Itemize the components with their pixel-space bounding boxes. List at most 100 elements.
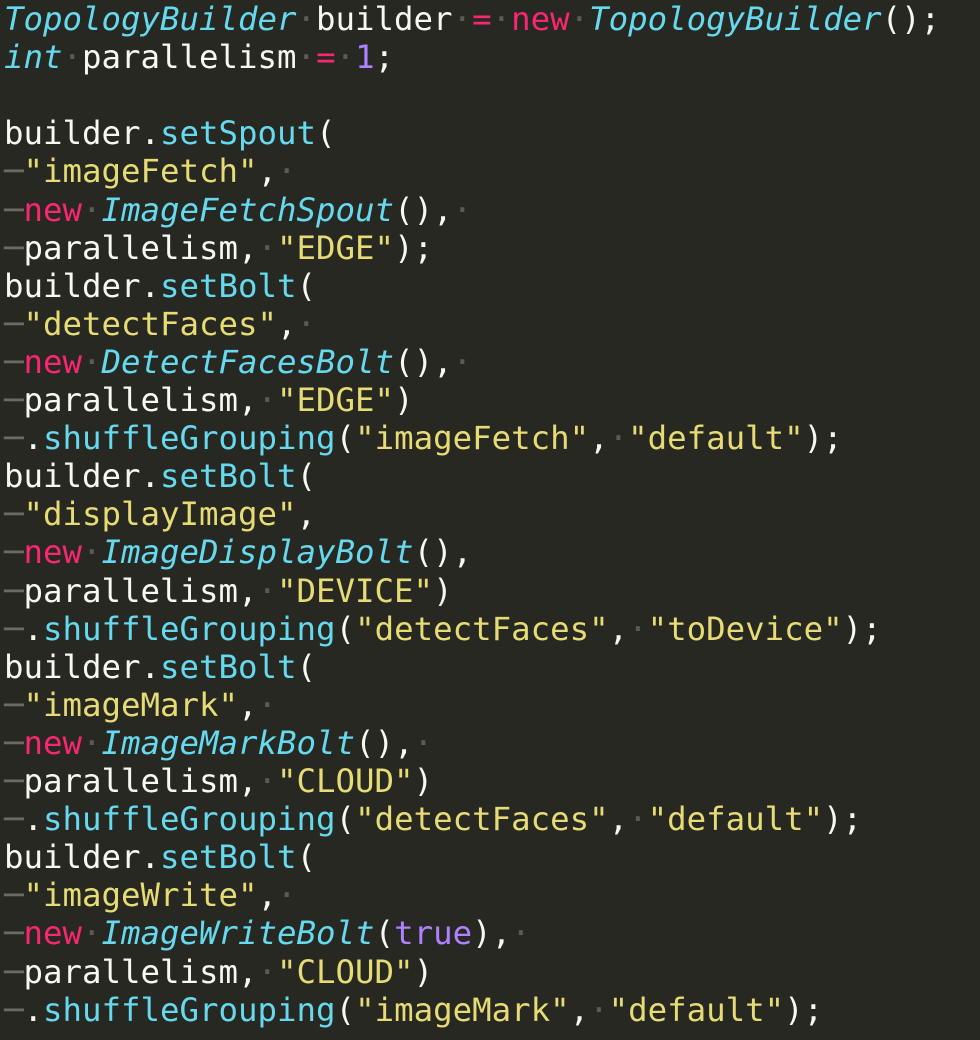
code-text: );: [784, 990, 824, 1029]
keyword: new: [23, 342, 83, 381]
string-literal: "DEVICE": [277, 571, 434, 610]
string-literal: "EDGE": [277, 381, 395, 419]
type-keyword: int: [4, 38, 63, 77]
string-literal: "CLOUD": [277, 952, 414, 991]
code-line[interactable]: TopologyBuilder·builder·=·new·TopologyBu…: [4, 0, 940, 38]
code-text: ,: [608, 609, 629, 648]
string-literal: "imageMark": [23, 685, 239, 724]
code-line[interactable]: ─parallelism,·"CLOUD"): [4, 762, 433, 800]
string-literal: "imageMark": [355, 990, 570, 1029]
whitespace-marker: ·: [257, 571, 278, 610]
whitespace-marker: ·: [257, 952, 278, 991]
string-literal: "default": [628, 419, 804, 458]
code-line[interactable]: builder.setSpout(: [4, 114, 336, 152]
code-line[interactable]: ─"detectFaces",·: [4, 305, 316, 343]
code-text: .: [23, 609, 44, 648]
method-name: shuffleGrouping: [43, 419, 336, 458]
type-keyword: TopologyBuilder: [4, 0, 297, 38]
code-line[interactable]: builder.setBolt(: [4, 838, 316, 876]
whitespace-marker: ·: [608, 419, 629, 458]
indent-guide: ─: [4, 152, 24, 191]
code-text: );: [394, 228, 434, 267]
code-text: );: [842, 609, 882, 648]
code-text: .: [23, 800, 44, 839]
boolean-literal: true: [394, 914, 473, 953]
code-line[interactable]: ─new·ImageDisplayBolt(),: [4, 533, 472, 571]
code-text: ,: [608, 800, 629, 839]
code-line[interactable]: ─.shuffleGrouping("imageMark",·"default"…: [4, 991, 823, 1029]
code-text: ,: [257, 152, 278, 191]
class-name: DetectFacesBolt: [101, 342, 395, 381]
code-line[interactable]: ─parallelism,·"CLOUD"): [4, 953, 433, 991]
method-name: shuffleGrouping: [43, 990, 336, 1029]
code-line[interactable]: int·parallelism·=·1;: [4, 38, 394, 76]
method-name: setBolt: [160, 457, 297, 496]
code-text: .: [23, 419, 44, 458]
method-name: setBolt: [160, 266, 297, 305]
indent-guide: ─: [4, 952, 24, 991]
method-name: shuffleGrouping: [43, 800, 336, 839]
code-text: parallelism,: [23, 228, 258, 267]
code-line[interactable]: ─"imageMark",·: [4, 686, 277, 724]
code-line[interactable]: ─.shuffleGrouping("detectFaces",·"defaul…: [4, 800, 862, 838]
code-line[interactable]: builder.setBolt(: [4, 457, 316, 495]
code-text: (: [296, 838, 317, 877]
class-name: ImageWriteBolt: [101, 914, 375, 953]
indent-guide: ─: [4, 533, 24, 572]
whitespace-marker: ·: [413, 723, 434, 762]
code-text: (),: [394, 342, 453, 381]
whitespace-marker: ·: [511, 914, 531, 953]
code-text: (: [296, 266, 317, 305]
number-literal: 1: [355, 38, 375, 77]
method-name: setSpout: [160, 114, 317, 153]
code-line[interactable]: ─"imageFetch",·: [4, 152, 297, 190]
indent-guide: ─: [4, 685, 24, 724]
code-text: );: [823, 800, 863, 839]
keyword: new: [23, 190, 83, 229]
code-line[interactable]: ─"displayImage",: [4, 495, 316, 533]
code-text: .: [23, 990, 44, 1029]
code-line[interactable]: ─new·DetectFacesBolt(),·: [4, 343, 472, 381]
code-text: parallelism: [82, 38, 297, 77]
code-text: ): [433, 571, 453, 610]
code-text: (: [335, 609, 356, 648]
code-line[interactable]: ─parallelism,·"DEVICE"): [4, 572, 453, 610]
code-text: ,: [569, 990, 590, 1029]
operator: =: [316, 38, 336, 77]
code-line[interactable]: ─.shuffleGrouping("imageFetch",·"default…: [4, 419, 843, 457]
method-name: shuffleGrouping: [43, 609, 336, 648]
code-text: ): [394, 381, 414, 419]
whitespace-marker: ·: [82, 342, 102, 381]
method-name: setBolt: [160, 647, 297, 686]
whitespace-marker: ·: [62, 38, 83, 77]
code-line[interactable]: builder.setBolt(: [4, 648, 316, 686]
code-text: (: [296, 457, 317, 496]
string-literal: "EDGE": [277, 228, 395, 267]
code-text: parallelism,: [23, 571, 258, 610]
code-line[interactable]: ─new·ImageWriteBolt(true),·: [4, 914, 531, 952]
code-text: ): [413, 952, 434, 991]
code-line[interactable]: ─"imageWrite",·: [4, 876, 297, 914]
code-line[interactable]: ─new·ImageMarkBolt(),·: [4, 724, 433, 762]
indent-guide: ─: [4, 342, 24, 381]
string-literal: "imageWrite": [23, 876, 258, 915]
code-line[interactable]: ─parallelism,·"EDGE"): [4, 381, 414, 419]
code-text: (),: [413, 533, 473, 572]
indent-guide: ─: [4, 495, 24, 534]
code-text: (: [374, 914, 395, 953]
string-literal: "toDevice": [647, 609, 843, 648]
whitespace-marker: ·: [277, 876, 297, 915]
code-editor[interactable]: TopologyBuilder·builder·=·new·TopologyBu…: [0, 0, 980, 1040]
code-line[interactable]: ─.shuffleGrouping("detectFaces",·"toDevi…: [4, 610, 882, 648]
code-line[interactable]: ─parallelism,·"EDGE");: [4, 229, 433, 267]
code-text: ,: [238, 685, 258, 724]
whitespace-marker: ·: [296, 0, 317, 38]
code-line[interactable]: builder.setBolt(: [4, 267, 316, 305]
indent-guide: ─: [4, 571, 24, 610]
keyword: new: [511, 0, 570, 38]
code-line[interactable]: ─new·ImageFetchSpout(),·: [4, 191, 472, 229]
indent-guide: ─: [4, 914, 24, 953]
code-text: ,: [296, 495, 317, 534]
indent-guide: ─: [4, 304, 24, 343]
indent-guide: ─: [4, 190, 24, 229]
